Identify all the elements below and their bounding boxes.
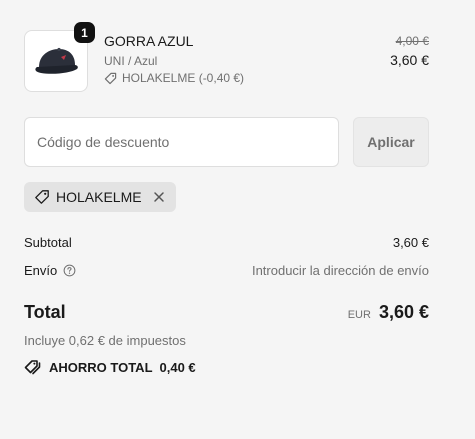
tags-icon	[24, 360, 41, 375]
currency-code: EUR	[347, 309, 371, 321]
total-row: Total EUR 3,60 €	[24, 302, 429, 326]
total-savings: AHORRO TOTAL 0,40 €	[24, 359, 196, 375]
quantity-badge: 1	[74, 22, 95, 43]
applied-discount-tag: HOLAKELME	[24, 182, 176, 212]
shipping-label: Envío	[24, 263, 58, 278]
product-name: GORRA AZUL	[104, 33, 194, 49]
tax-note: Incluye 0,62 € de impuestos	[24, 333, 186, 348]
total-label: Total	[24, 302, 66, 322]
discount-code-placeholder: Código de descuento	[37, 134, 170, 150]
help-icon[interactable]	[63, 264, 76, 277]
final-price: 3,60 €	[390, 52, 429, 68]
original-price: 4,00 €	[395, 34, 429, 48]
cap-icon	[35, 47, 78, 74]
discount-code-input[interactable]: Código de descuento	[24, 117, 339, 167]
applied-discount-code: HOLAKELME	[56, 189, 142, 205]
shipping-label-group: Envío	[24, 263, 76, 278]
product-discount: HOLAKELME (-0,40 €)	[104, 71, 244, 85]
savings-value: 0,40 €	[159, 359, 196, 375]
apply-button[interactable]: Aplicar	[353, 117, 429, 167]
tag-icon	[35, 190, 49, 204]
shipping-value: Introducir la dirección de envío	[251, 263, 429, 278]
savings-label: AHORRO TOTAL	[49, 359, 153, 375]
close-icon[interactable]	[152, 190, 166, 204]
line-item: 1 GORRA AZUL UNI / Azul HOLAKELME (-0,40…	[24, 22, 429, 94]
product-discount-label: HOLAKELME (-0,40 €)	[122, 71, 245, 85]
subtotal-label: Subtotal	[24, 235, 72, 250]
total-value-group: EUR 3,60 €	[348, 302, 429, 323]
tag-icon	[104, 72, 117, 84]
total-value: 3,60 €	[378, 302, 429, 322]
subtotal-value: 3,60 €	[392, 235, 429, 250]
product-variant: UNI / Azul	[104, 54, 158, 68]
